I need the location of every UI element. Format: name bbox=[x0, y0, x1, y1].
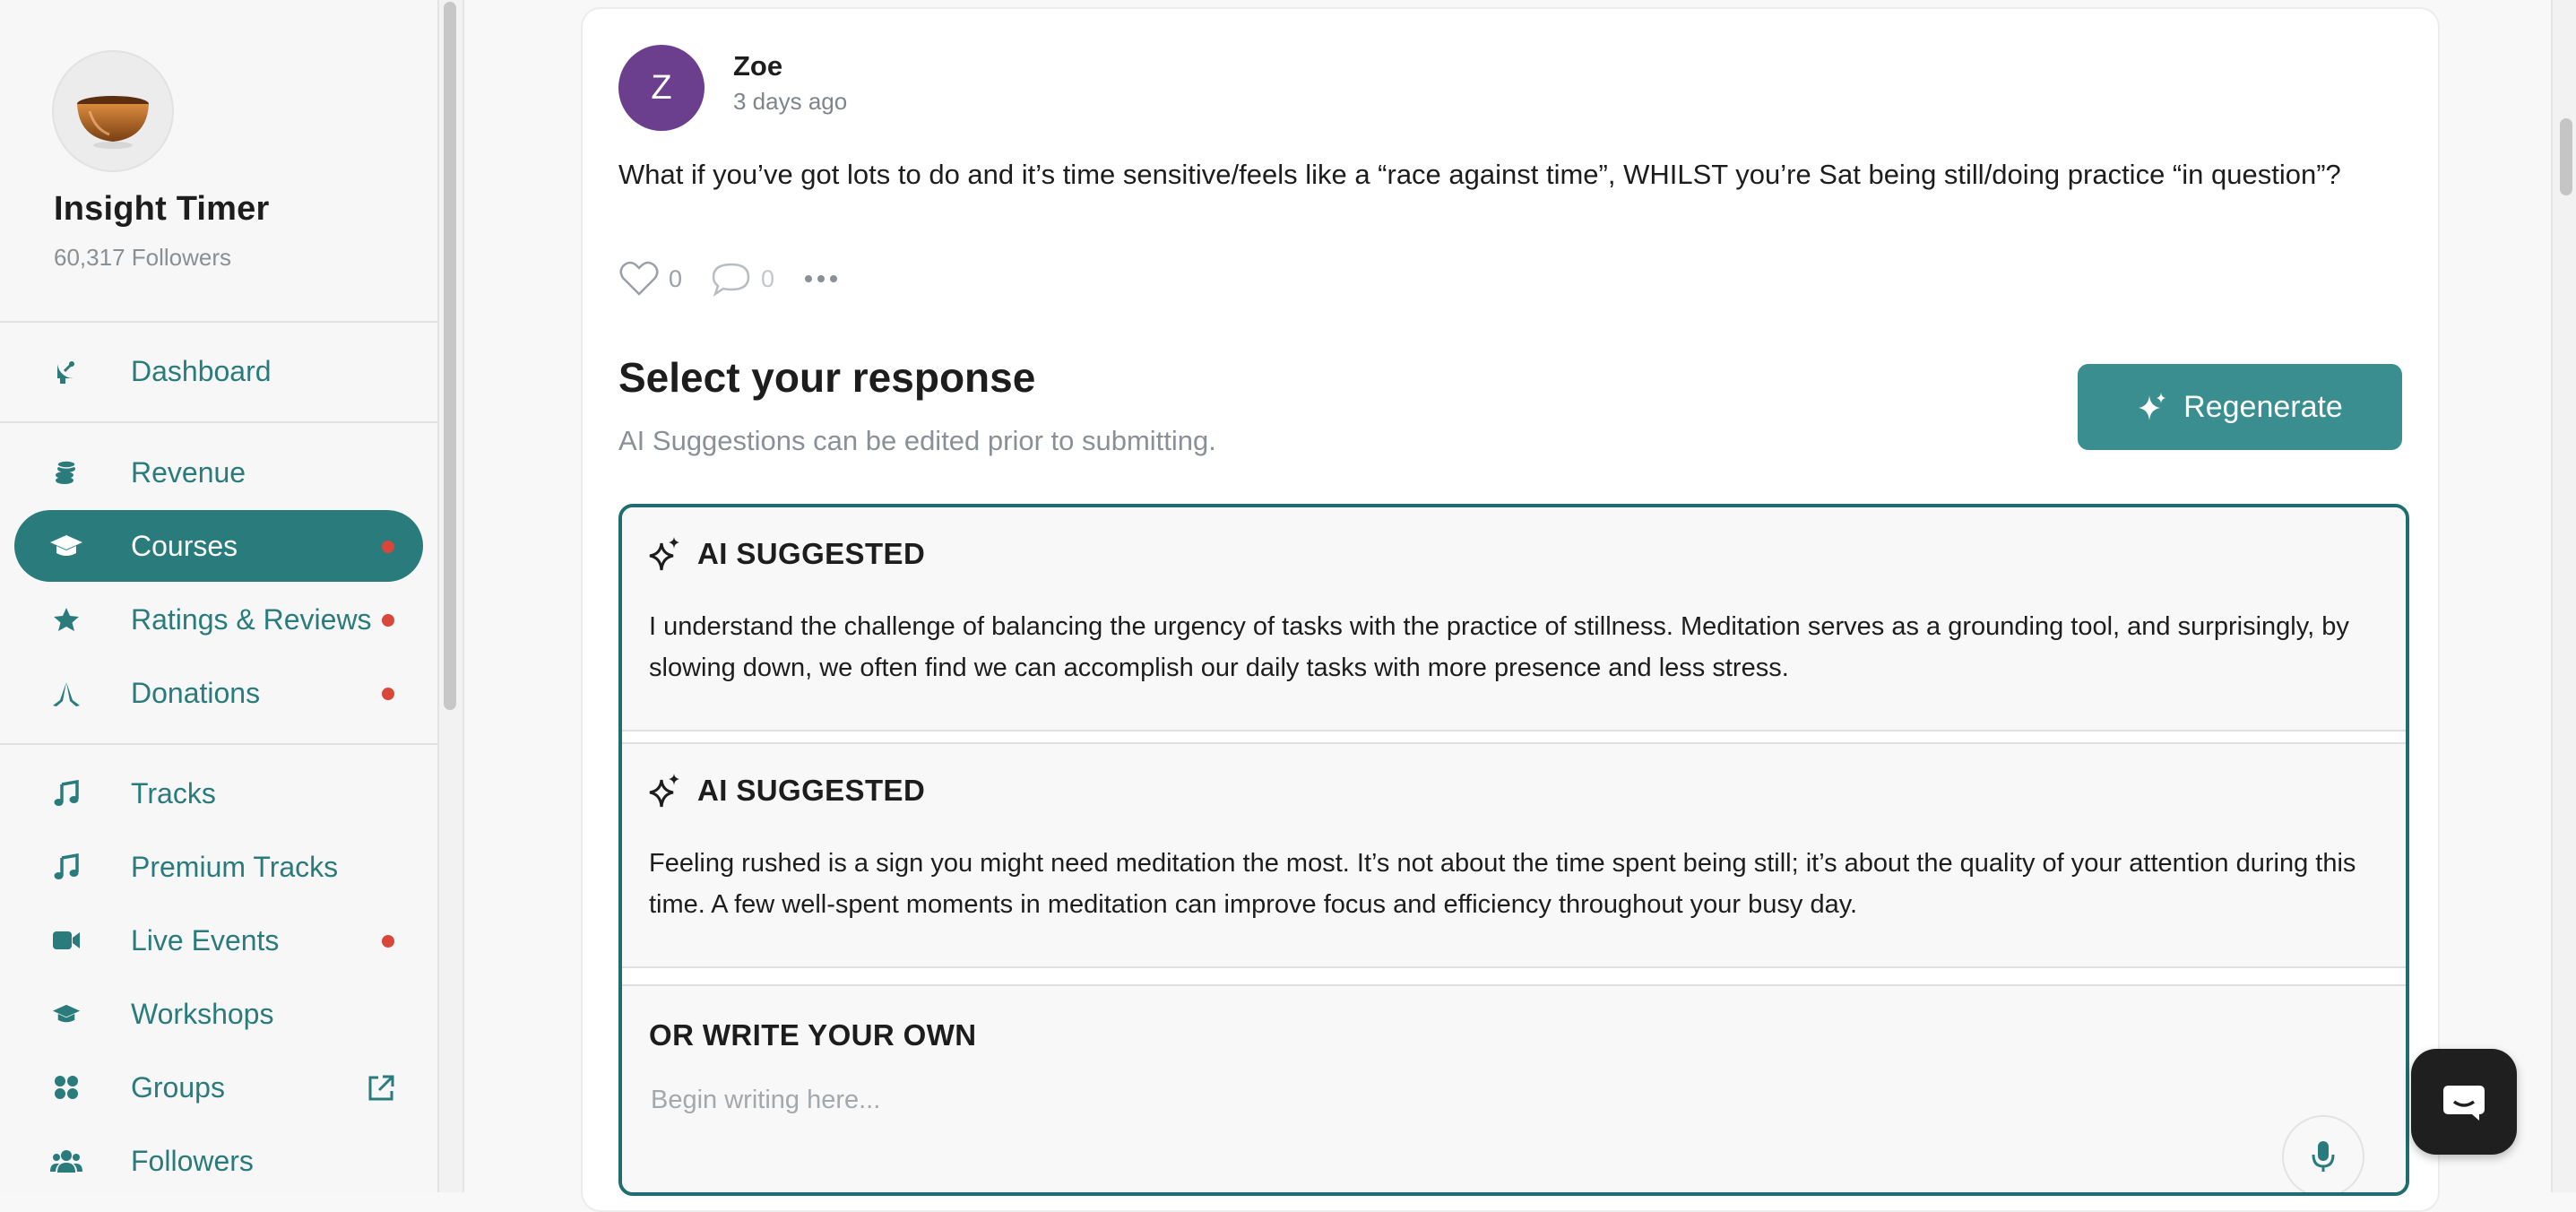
org-follower-count: 60,317 Followers bbox=[54, 244, 231, 271]
notification-dot bbox=[382, 688, 394, 700]
divider bbox=[0, 743, 437, 745]
post-author[interactable]: Zoe bbox=[733, 50, 782, 82]
music-note-icon bbox=[48, 849, 84, 885]
sidebar-scrollbar-thumb[interactable] bbox=[444, 2, 456, 710]
regenerate-label: Regenerate bbox=[2183, 389, 2343, 424]
chat-bubble-icon bbox=[2443, 1086, 2485, 1121]
ai-suggestion-2[interactable]: AI SUGGESTED Feeling rushed is a sign yo… bbox=[622, 742, 2406, 968]
sidebar: Insight Timer 60,317 Followers Dashboard… bbox=[0, 0, 439, 1192]
nav-label: Dashboard bbox=[131, 354, 272, 387]
suggestion-text[interactable]: I understand the challenge of balancing … bbox=[649, 606, 2379, 688]
nav-label: Followers bbox=[131, 1144, 254, 1177]
nav-live-events[interactable]: Live Events bbox=[14, 905, 423, 976]
hands-icon bbox=[48, 675, 84, 711]
nav-tracks[interactable]: Tracks bbox=[14, 758, 423, 829]
nav-label: Groups bbox=[131, 1070, 225, 1104]
microphone-icon bbox=[2312, 1141, 2335, 1172]
comment-count: 0 bbox=[761, 264, 775, 292]
star-icon bbox=[48, 602, 84, 637]
graduation-cap-icon bbox=[48, 996, 84, 1032]
users-icon bbox=[48, 1143, 84, 1179]
nav-groups[interactable]: Groups bbox=[14, 1052, 423, 1123]
write-your-own-section: OR WRITE YOUR OWN bbox=[622, 984, 2406, 1192]
org-logo bbox=[52, 50, 174, 172]
nav-workshops[interactable]: Workshops bbox=[14, 978, 423, 1050]
nav-label: Courses bbox=[131, 529, 238, 562]
nav-label: Live Events bbox=[131, 923, 280, 957]
nav-label: Premium Tracks bbox=[131, 850, 339, 883]
post-timestamp: 3 days ago bbox=[733, 88, 848, 115]
graduation-cap-icon bbox=[48, 528, 84, 564]
avatar[interactable]: Z bbox=[618, 45, 705, 131]
nav-premium-tracks[interactable]: Premium Tracks bbox=[14, 831, 423, 903]
singing-bowl-icon bbox=[77, 96, 149, 149]
response-title: Select your response bbox=[618, 354, 1036, 401]
external-link-icon bbox=[366, 1073, 396, 1104]
nav-label: Workshops bbox=[131, 997, 274, 1030]
chat-button[interactable] bbox=[2411, 1049, 2517, 1155]
sparkles-icon bbox=[2139, 393, 2166, 420]
coins-icon bbox=[48, 454, 84, 490]
music-note-icon bbox=[48, 775, 84, 811]
nav-dashboard[interactable]: Dashboard bbox=[14, 335, 423, 407]
comment-icon bbox=[712, 263, 750, 298]
nav-label: Ratings & Reviews bbox=[131, 602, 372, 636]
write-your-own-input[interactable] bbox=[649, 1072, 2284, 1128]
nav-label: Tracks bbox=[131, 776, 216, 809]
org-name: Insight Timer bbox=[54, 190, 270, 228]
suggestion-label: AI SUGGESTED bbox=[697, 774, 926, 807]
notification-dot bbox=[382, 541, 394, 553]
nav-revenue[interactable]: Revenue bbox=[14, 437, 423, 508]
ellipsis-icon bbox=[805, 275, 838, 282]
nav-donations[interactable]: Donations bbox=[14, 657, 423, 729]
divider bbox=[0, 421, 437, 423]
like-button[interactable]: 0 bbox=[618, 260, 682, 298]
write-your-own-title: OR WRITE YOUR OWN bbox=[649, 1018, 977, 1052]
suggestion-text[interactable]: Feeling rushed is a sign you might need … bbox=[649, 843, 2379, 925]
heart-icon bbox=[619, 261, 659, 296]
post-actions: 0 0 bbox=[618, 256, 868, 301]
nav-followers[interactable]: Followers bbox=[14, 1125, 423, 1192]
sparkles-icon bbox=[649, 774, 679, 808]
regenerate-button[interactable]: Regenerate bbox=[2078, 364, 2402, 450]
microphone-button[interactable] bbox=[2282, 1115, 2364, 1192]
notification-dot bbox=[382, 614, 394, 627]
nav-courses[interactable]: Courses bbox=[14, 510, 423, 582]
like-count: 0 bbox=[669, 264, 683, 292]
satellite-dish-icon bbox=[48, 353, 84, 389]
post-card: Z Zoe 3 days ago What if you’ve got lots… bbox=[581, 7, 2440, 1212]
response-subtitle: AI Suggestions can be edited prior to su… bbox=[618, 425, 1216, 456]
video-camera-icon bbox=[48, 922, 84, 958]
response-options: AI SUGGESTED I understand the challenge … bbox=[618, 504, 2409, 1196]
post-text: What if you’ve got lots to do and it’s t… bbox=[618, 159, 2341, 190]
comment-button[interactable]: 0 bbox=[711, 260, 774, 298]
nav-ratings-reviews[interactable]: Ratings & Reviews bbox=[14, 584, 423, 655]
groups-icon bbox=[48, 1069, 84, 1105]
ai-suggestion-1[interactable]: AI SUGGESTED I understand the challenge … bbox=[622, 507, 2406, 732]
sparkles-icon bbox=[649, 537, 679, 571]
divider bbox=[0, 321, 437, 323]
nav-label: Donations bbox=[131, 676, 261, 709]
nav-label: Revenue bbox=[131, 455, 246, 489]
notification-dot bbox=[382, 935, 394, 948]
main-scrollbar-thumb[interactable] bbox=[2560, 118, 2572, 195]
more-options-button[interactable] bbox=[803, 273, 839, 284]
suggestion-label: AI SUGGESTED bbox=[697, 537, 926, 570]
